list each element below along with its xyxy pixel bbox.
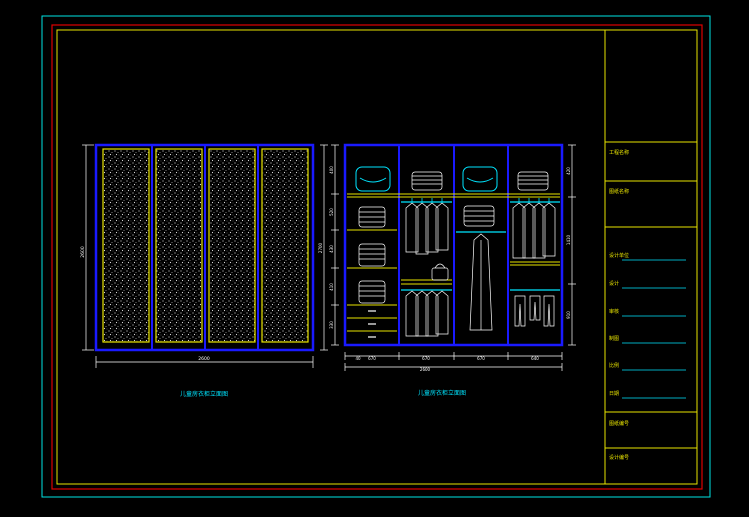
folded-clothes-shelf-3 (358, 280, 386, 304)
right-dim-bottom-2: 670 (368, 356, 376, 361)
right-dim-bottom-1: 40 (355, 356, 361, 361)
title-block-row-1: 设计单位 (609, 253, 630, 259)
door-panel-4 (261, 148, 309, 343)
title-block-row-4: 制图 (609, 336, 620, 342)
hanging-shirts-col2-bottom (405, 290, 449, 337)
right-dim-left-2: 520 (329, 208, 334, 216)
right-bottom-dimensions (344, 352, 563, 371)
title-block-project-label: 工程名称 (609, 150, 630, 156)
folded-clothes-shelf-1 (358, 206, 386, 228)
title-block-sheet-label: 图纸编号 (609, 421, 630, 427)
right-dim-right-1: 420 (566, 167, 571, 175)
hanging-pants-col4-bottom (514, 295, 555, 327)
cad-drawing-canvas: 2600 2600 400 520 430 410 330 2700 420 1… (41, 15, 711, 498)
left-wardrobe-elevation: 2600 2600 (80, 143, 315, 368)
hanging-coat-col3 (469, 233, 493, 331)
left-elevation-caption: 儿童房衣柜立面图 (180, 391, 229, 398)
title-block-row-6: 日期 (609, 391, 620, 397)
handbag (431, 263, 449, 281)
hanging-shirts-col4-top (512, 202, 556, 259)
door-panel-1 (102, 148, 150, 343)
right-dim-right-2: 1410 (566, 234, 571, 245)
title-block-row-lines (622, 259, 686, 399)
right-dim-bottom-3: 670 (422, 356, 430, 361)
right-width-dim-text: 2600 (420, 367, 431, 372)
folded-clothes-shelf-2 (358, 243, 386, 267)
title-block-number-label: 设计编号 (609, 455, 630, 461)
door-panel-3 (208, 148, 256, 343)
right-dim-bottom-4: 670 (477, 356, 485, 361)
right-dim-bottom-5: 640 (531, 356, 539, 361)
right-dim-right-3: 910 (566, 311, 571, 319)
folded-clothes-col3 (463, 205, 495, 227)
title-block-row-2: 设计 (609, 281, 620, 287)
door-panel-2 (155, 148, 203, 343)
title-block-drawing-label: 图纸名称 (609, 189, 630, 195)
right-wardrobe-elevation: 400 520 430 410 330 2700 420 1410 910 40… (318, 143, 576, 372)
left-height-dim-text: 2600 (80, 246, 86, 258)
hanging-shirts-col2-top (405, 202, 449, 255)
folded-clothes-top-2 (411, 171, 443, 191)
left-width-dim-text: 2600 (198, 356, 210, 362)
right-dim-left-3: 430 (329, 245, 334, 253)
title-block-row-5: 比例 (609, 363, 620, 369)
right-dim-left-5: 330 (329, 321, 334, 329)
right-dim-left-1: 400 (329, 166, 334, 174)
right-dim-left-4: 410 (329, 283, 334, 291)
title-block-row-3: 审核 (609, 309, 620, 315)
right-total-height-text: 2700 (318, 242, 323, 253)
folded-clothes-top-4 (517, 171, 549, 191)
right-elevation-caption: 儿童房衣柜立面图 (418, 390, 467, 397)
